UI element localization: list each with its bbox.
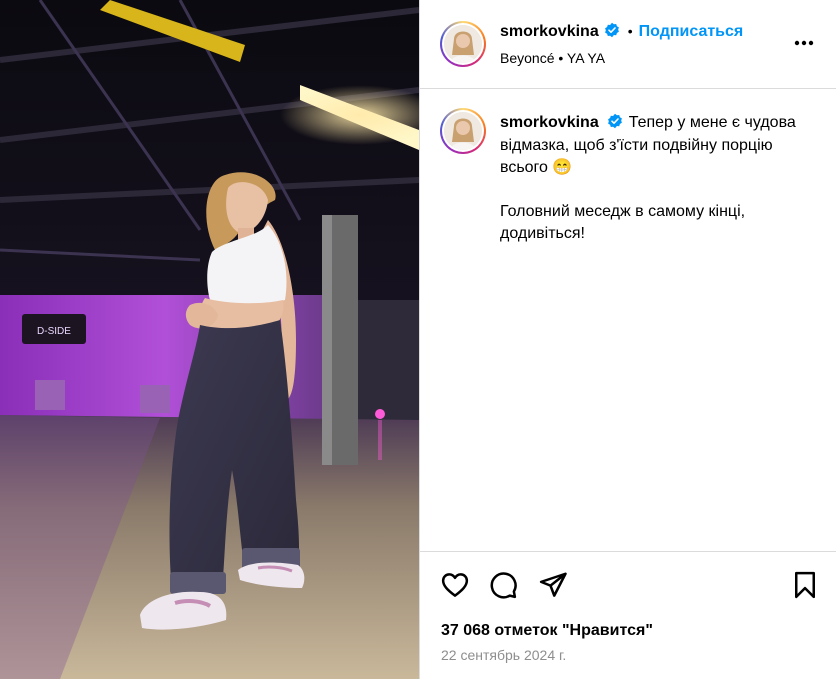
studio-sign: D-SIDE xyxy=(37,326,71,337)
avatar-image xyxy=(444,25,482,63)
header-avatar[interactable] xyxy=(440,21,486,67)
post-header: smorkovkina • Подписаться Beyoncé • YA YA xyxy=(420,0,836,89)
audio-track-link[interactable]: Beyoncé • YA YA xyxy=(500,50,605,66)
caption-text-second: Головний меседж в самому кінці, додивіть… xyxy=(500,202,746,243)
heart-icon[interactable] xyxy=(440,570,470,600)
comment-icon[interactable] xyxy=(488,570,518,600)
avatar-image xyxy=(444,112,482,150)
header-separator: • xyxy=(627,23,633,39)
caption-username[interactable]: smorkovkina xyxy=(500,114,599,131)
header-username[interactable]: smorkovkina xyxy=(500,23,599,40)
post-date[interactable]: 22 сентябрь 2024 г. xyxy=(441,647,566,663)
photo-illustration: D-SIDE xyxy=(0,0,419,679)
likes-count[interactable]: 37 068 отметок "Нравится" xyxy=(441,622,653,640)
caption-avatar[interactable] xyxy=(440,108,486,154)
bookmark-icon[interactable] xyxy=(790,570,820,600)
post-side-panel: smorkovkina • Подписаться Beyoncé • YA YA … xyxy=(419,0,836,679)
share-icon[interactable] xyxy=(538,570,568,600)
post-caption: smorkovkina Тепер у мене є чудова відмазк… xyxy=(500,112,820,246)
verified-badge-icon xyxy=(607,113,622,129)
more-options-icon[interactable] xyxy=(794,40,814,46)
instagram-post: D-SIDE smorkovkina • Подписаться Beyoncé… xyxy=(0,0,836,679)
post-actions xyxy=(420,551,836,599)
follow-button[interactable]: Подписаться xyxy=(639,23,744,40)
verified-badge-icon xyxy=(604,22,619,38)
post-photo[interactable]: D-SIDE xyxy=(0,0,419,679)
